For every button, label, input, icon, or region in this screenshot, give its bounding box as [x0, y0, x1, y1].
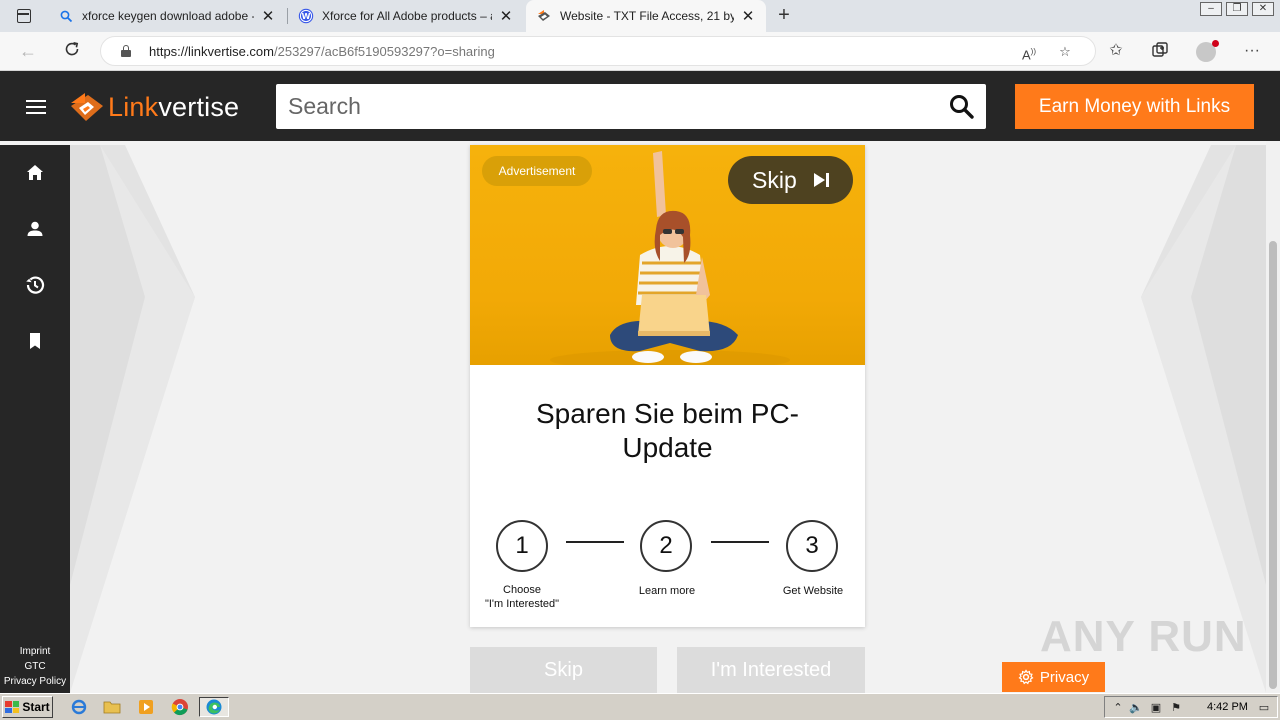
more-menu-icon[interactable]: ···: [1241, 41, 1263, 63]
svg-text:W: W: [302, 12, 311, 21]
bookmark-icon[interactable]: [23, 329, 47, 353]
tray-expand-icon[interactable]: ⌃: [1111, 701, 1125, 714]
system-tray: ⌃ 🔈 ▣ ⚑ 4:42 PM ▭: [1104, 696, 1278, 718]
add-favorite-icon[interactable]: ☆: [1055, 42, 1075, 62]
browser-tab-3-active[interactable]: Website - TXT File Access, 21 byte ✕: [526, 0, 766, 32]
close-tab-icon[interactable]: ✕: [260, 7, 276, 25]
step-3-number: 3: [805, 532, 819, 559]
privacy-label: Privacy: [1039, 668, 1090, 686]
tab-actions-icon: [17, 9, 31, 23]
earn-money-button[interactable]: Earn Money with Links: [1015, 84, 1254, 129]
browser-tab-2[interactable]: W Xforce for All Adobe products – a ✕: [288, 0, 524, 32]
skip-ad-label: Skip: [752, 166, 797, 193]
lock-icon[interactable]: [121, 45, 131, 57]
advertisement-badge: Advertisement: [482, 156, 592, 186]
footer-links: Imprint GTC Privacy Policy: [0, 644, 70, 689]
volume-icon[interactable]: 🔈: [1129, 701, 1143, 714]
privacy-policy-link[interactable]: Privacy Policy: [0, 674, 70, 689]
search-bar: [276, 84, 986, 129]
history-icon[interactable]: [23, 273, 47, 297]
favorites-icon[interactable]: ✩: [1105, 41, 1127, 63]
site-header: Linkvertise Earn Money with Links: [0, 71, 1280, 141]
tab-title: Xforce for All Adobe products – a: [322, 9, 492, 23]
hamburger-menu-icon[interactable]: [26, 100, 46, 114]
privacy-button[interactable]: Privacy: [1002, 662, 1105, 692]
windows-logo-icon: [5, 701, 20, 713]
step-connector: [711, 541, 769, 543]
url-text: https://linkvertise.com/253297/acB6f5190…: [149, 44, 495, 59]
search-input[interactable]: [288, 84, 928, 129]
edge-icon[interactable]: [199, 697, 229, 717]
new-tab-button[interactable]: +: [772, 4, 796, 28]
linkvertise-logo-text[interactable]: Linkvertise: [108, 92, 239, 123]
left-chevron-decoration: [70, 145, 195, 693]
file-explorer-icon[interactable]: [101, 697, 123, 717]
step-1-label: Choose "I'm Interested": [484, 584, 560, 610]
show-desktop-icon[interactable]: ▭: [1257, 701, 1271, 714]
home-icon[interactable]: [23, 161, 47, 185]
gear-icon: [1018, 669, 1034, 685]
logo-suffix: vertise: [158, 92, 240, 122]
start-button[interactable]: Start: [2, 696, 53, 718]
close-tab-icon[interactable]: ✕: [498, 7, 514, 25]
minimize-button[interactable]: –: [1200, 2, 1222, 16]
internet-explorer-icon[interactable]: [68, 697, 90, 717]
step-connector: [566, 541, 624, 543]
step-3-circle: 3: [786, 520, 838, 572]
search-icon: [58, 8, 74, 24]
step-1-circle: 1: [496, 520, 548, 572]
restore-button[interactable]: ❐: [1226, 2, 1248, 16]
left-sidebar: Imprint GTC Privacy Policy: [0, 145, 70, 693]
ad-headline: Sparen Sie beim PC-Update: [535, 398, 799, 463]
back-button[interactable]: ←: [16, 40, 40, 64]
tab-actions-button[interactable]: [8, 4, 40, 28]
url-path: /253297/acB6f5190593297?o=sharing: [274, 44, 495, 59]
close-tab-icon[interactable]: ✕: [740, 7, 756, 25]
refresh-button[interactable]: [60, 40, 84, 64]
browser-tab-strip: xforce keygen download adobe - ✕ W Xforc…: [0, 0, 1280, 32]
taskbar-clock[interactable]: 4:42 PM: [1207, 701, 1248, 713]
close-window-button[interactable]: ✕: [1252, 2, 1274, 16]
gtc-link[interactable]: GTC: [0, 659, 70, 674]
scrollbar-thumb[interactable]: [1269, 241, 1277, 689]
action-center-flag-icon[interactable]: ⚑: [1169, 701, 1183, 714]
refresh-icon: [65, 42, 79, 56]
ad-image[interactable]: Advertisement Skip: [470, 145, 865, 365]
step-2-circle: 2: [640, 520, 692, 572]
profile-avatar[interactable]: [1196, 40, 1219, 62]
search-icon[interactable]: [948, 93, 976, 121]
start-label: Start: [22, 700, 50, 714]
wordpress-icon: W: [298, 8, 314, 24]
tab-title: xforce keygen download adobe -: [82, 9, 254, 23]
address-bar[interactable]: https://linkvertise.com/253297/acB6f5190…: [100, 36, 1096, 66]
step-2-number: 2: [659, 532, 673, 559]
media-player-icon[interactable]: [135, 697, 157, 717]
step-2-label: Learn more: [638, 585, 696, 597]
url-host: https://linkvertise.com: [149, 44, 274, 59]
network-icon[interactable]: ▣: [1149, 701, 1163, 714]
tab-title: Website - TXT File Access, 21 byte: [560, 9, 734, 23]
linkvertise-icon: [536, 8, 552, 24]
anyrun-watermark: ANY RUN: [1040, 612, 1247, 661]
read-aloud-icon[interactable]: A)): [1019, 42, 1039, 62]
skip-ad-button[interactable]: Skip: [728, 156, 853, 204]
step-1-number: 1: [515, 532, 529, 559]
browser-tab-1[interactable]: xforce keygen download adobe - ✕: [48, 0, 286, 32]
user-icon[interactable]: [23, 217, 47, 241]
chrome-icon[interactable]: [169, 697, 191, 717]
interested-button[interactable]: I'm Interested: [677, 647, 865, 693]
screen: xforce keygen download adobe - ✕ W Xforc…: [0, 0, 1280, 720]
browser-toolbar: ← https://linkvertise.com/253297/acB6f51…: [0, 32, 1280, 71]
collections-icon[interactable]: [1149, 41, 1171, 63]
imprint-link[interactable]: Imprint: [0, 644, 70, 659]
window-controls: – ❐ ✕: [1200, 2, 1274, 16]
linkvertise-logo-mark[interactable]: [70, 91, 104, 123]
windows-taskbar: Start ⌃ 🔈 ▣ ⚑ 4:42 PM ▭: [0, 693, 1280, 720]
skip-next-icon: [813, 173, 829, 187]
logo-prefix: Link: [108, 92, 159, 122]
right-chevron-decoration: [1141, 145, 1266, 693]
skip-button[interactable]: Skip: [470, 647, 657, 693]
page-scrollbar[interactable]: [1266, 141, 1280, 693]
step-3-label: Get Website: [782, 585, 844, 597]
